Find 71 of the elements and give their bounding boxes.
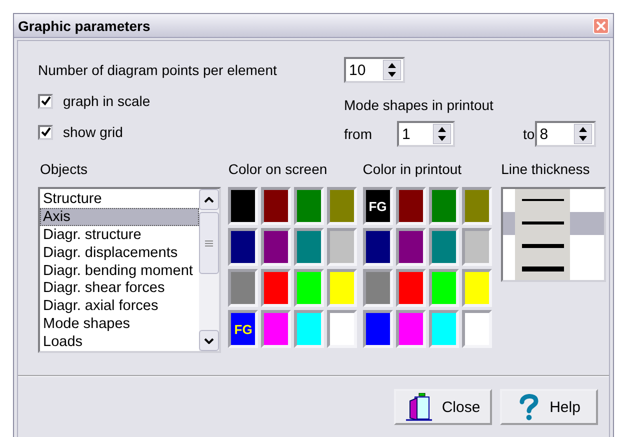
- spinner-arrows-icon[interactable]: [433, 124, 451, 144]
- checkbox[interactable]: [38, 94, 53, 108]
- list-item[interactable]: Loads: [40, 333, 199, 352]
- color-swatch[interactable]: [396, 228, 426, 266]
- to-label: to: [523, 126, 535, 142]
- list-item[interactable]: Diagr. shear forces: [40, 279, 199, 298]
- list-item[interactable]: Diagr. structure: [40, 226, 199, 244]
- spin-field[interactable]: 8: [534, 121, 596, 147]
- color-swatch[interactable]: [228, 187, 258, 225]
- color-swatch[interactable]: [428, 310, 459, 348]
- color-swatch[interactable]: [327, 187, 358, 225]
- spinner-arrows-icon[interactable]: [383, 60, 401, 80]
- spin-field[interactable]: 1: [397, 121, 455, 147]
- color-swatch[interactable]: [294, 228, 324, 266]
- from-label: from: [344, 126, 373, 142]
- line-thickness-label: Line thickness: [501, 161, 591, 177]
- window-title: Graphic parameters: [18, 18, 150, 34]
- list-item[interactable]: Diagr. axial forces: [40, 297, 199, 316]
- color-swatch[interactable]: FG: [362, 187, 393, 225]
- checkbox[interactable]: [38, 124, 53, 140]
- line-sample-icon: [522, 242, 564, 249]
- objects-label: Objects: [39, 161, 88, 177]
- scroll-down-icon[interactable]: [199, 330, 219, 351]
- color-swatch[interactable]: [327, 269, 358, 307]
- palette-label: Color on screen: [228, 161, 328, 177]
- color-swatch[interactable]: [327, 228, 358, 266]
- color-swatch[interactable]: [462, 269, 492, 307]
- color-swatch[interactable]: [362, 310, 393, 348]
- color-swatch[interactable]: [396, 310, 426, 348]
- color-swatch[interactable]: [261, 310, 292, 348]
- color-swatch[interactable]: [428, 269, 459, 307]
- color-swatch[interactable]: [261, 269, 292, 307]
- color-swatch[interactable]: [362, 228, 393, 266]
- list-item[interactable]: Axis: [40, 208, 199, 226]
- scrollbar[interactable]: [199, 189, 219, 351]
- color-swatch[interactable]: [428, 228, 459, 266]
- color-swatch[interactable]: FG: [228, 310, 258, 348]
- checkbox-label: graph in scale: [63, 93, 150, 109]
- color-swatch[interactable]: [462, 228, 492, 266]
- color-swatch[interactable]: [294, 269, 324, 307]
- list-item[interactable]: Mode shapes: [40, 315, 199, 334]
- color-swatch[interactable]: [396, 187, 426, 225]
- spin-field[interactable]: 10: [344, 57, 405, 83]
- scroll-thumb[interactable]: [199, 212, 219, 274]
- list-item[interactable]: Diagr. displacements: [40, 244, 199, 262]
- color-swatch[interactable]: [396, 269, 426, 307]
- door-icon: [406, 393, 432, 421]
- color-swatch[interactable]: [261, 228, 292, 266]
- close-button[interactable]: Close: [394, 389, 492, 425]
- checkbox-label: show grid: [63, 124, 123, 140]
- palette-label: Color in printout: [362, 161, 463, 177]
- line-sample-icon: [522, 266, 564, 272]
- question-mark-icon: [518, 393, 540, 421]
- color-swatch[interactable]: [362, 269, 393, 307]
- color-swatch[interactable]: [228, 269, 258, 307]
- points-label: Number of diagram points per element: [38, 62, 278, 78]
- color-swatch[interactable]: [428, 187, 459, 225]
- color-swatch[interactable]: [462, 187, 492, 225]
- spinner-arrows-icon[interactable]: [574, 124, 592, 144]
- color-swatch[interactable]: [294, 187, 324, 225]
- close-icon[interactable]: [593, 18, 609, 34]
- mode-shapes-label: Mode shapes in printout: [344, 97, 494, 113]
- color-swatch[interactable]: [327, 310, 358, 348]
- color-swatch[interactable]: [261, 187, 292, 225]
- color-swatch[interactable]: [462, 310, 492, 348]
- color-swatch[interactable]: [294, 310, 324, 348]
- scroll-up-icon[interactable]: [199, 189, 219, 210]
- help-button[interactable]: Help: [500, 389, 598, 425]
- list-item[interactable]: Structure: [40, 190, 199, 208]
- list-item[interactable]: Diagr. bending moment: [40, 262, 199, 280]
- color-swatch[interactable]: [228, 228, 258, 266]
